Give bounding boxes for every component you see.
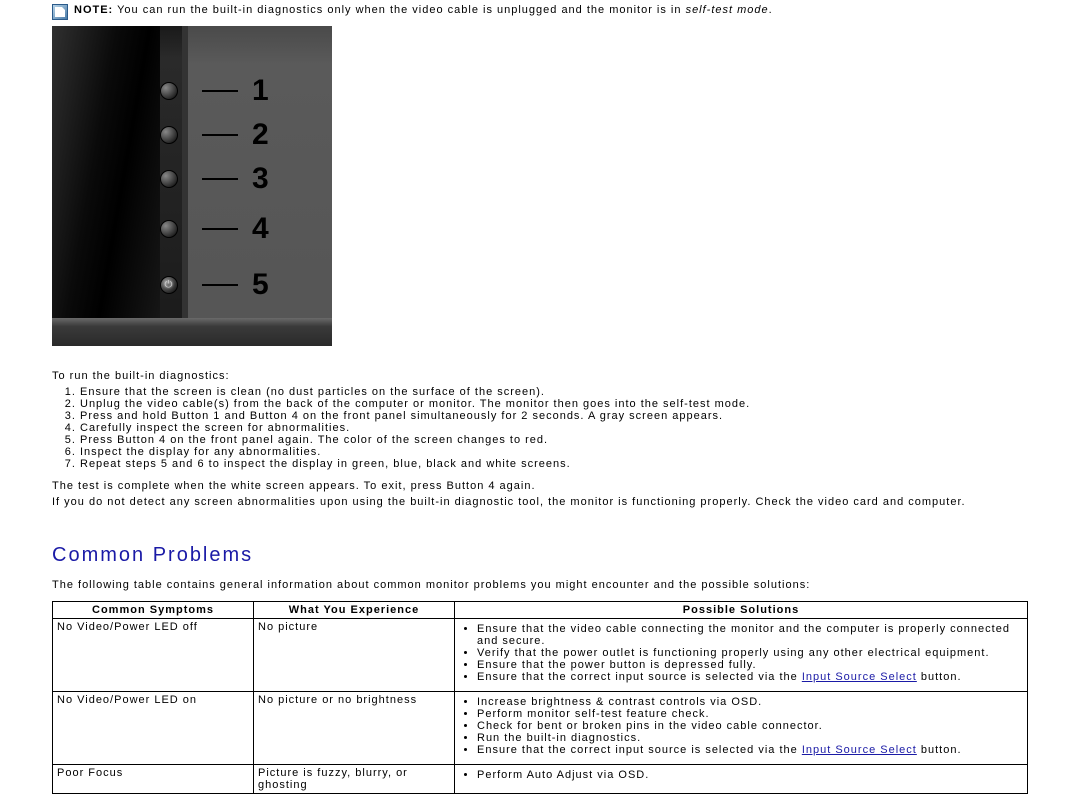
table-row: No Video/Power LED off No picture Ensure… xyxy=(53,619,1028,692)
solution-item: Increase brightness & contrast controls … xyxy=(477,696,1023,708)
cell-experience: No picture xyxy=(254,619,455,692)
table-header-symptoms: Common Symptoms xyxy=(53,602,254,619)
solution-item: Ensure that the video cable connecting t… xyxy=(477,623,1023,647)
solution-item: Verify that the power outlet is function… xyxy=(477,647,1023,659)
cell-symptom: No Video/Power LED on xyxy=(53,692,254,765)
diag-step: Ensure that the screen is clean (no dust… xyxy=(80,386,1028,398)
diag-lead: To run the built-in diagnostics: xyxy=(52,370,1028,382)
solution-item: Perform Auto Adjust via OSD. xyxy=(477,769,1023,781)
note-block: NOTE: You can run the built-in diagnosti… xyxy=(52,4,1028,20)
note-before: You can run the built-in diagnostics onl… xyxy=(117,4,685,16)
diag-step: Press and hold Button 1 and Button 4 on … xyxy=(80,410,1028,422)
solution-item: Ensure that the correct input source is … xyxy=(477,744,1023,756)
diag-after-2: If you do not detect any screen abnormal… xyxy=(52,496,1028,508)
table-header-row: Common Symptoms What You Experience Poss… xyxy=(53,602,1028,619)
cell-solutions: Increase brightness & contrast controls … xyxy=(455,692,1028,765)
table-header-solutions: Possible Solutions xyxy=(455,602,1028,619)
monitor-button-figure: 1 2 3 4 5 xyxy=(52,26,332,346)
section-intro: The following table contains general inf… xyxy=(52,579,1028,591)
monitor-button-3 xyxy=(160,170,178,188)
diagnostics-instructions: To run the built-in diagnostics: Ensure … xyxy=(52,370,1028,508)
note-text: NOTE: You can run the built-in diagnosti… xyxy=(74,4,773,16)
table-row: No Video/Power LED on No picture or no b… xyxy=(53,692,1028,765)
diag-steps-list: Ensure that the screen is clean (no dust… xyxy=(80,386,1028,470)
note-label: NOTE: xyxy=(74,4,113,16)
table-row: Poor Focus Picture is fuzzy, blurry, or … xyxy=(53,765,1028,794)
note-after: . xyxy=(769,4,773,16)
diag-step: Repeat steps 5 and 6 to inspect the disp… xyxy=(80,458,1028,470)
cell-solutions: Perform Auto Adjust via OSD. xyxy=(455,765,1028,794)
solution-item: Ensure that the correct input source is … xyxy=(477,671,1023,683)
common-problems-table: Common Symptoms What You Experience Poss… xyxy=(52,601,1028,794)
monitor-button-2 xyxy=(160,126,178,144)
solution-item: Perform monitor self-test feature check. xyxy=(477,708,1023,720)
input-source-select-link[interactable]: Input Source Select xyxy=(802,744,917,756)
solution-item: Run the built-in diagnostics. xyxy=(477,732,1023,744)
cell-symptom: No Video/Power LED off xyxy=(53,619,254,692)
figure-label-4: 4 xyxy=(252,212,269,246)
figure-label-5: 5 xyxy=(252,268,269,302)
cell-experience: No picture or no brightness xyxy=(254,692,455,765)
diag-step: Carefully inspect the screen for abnorma… xyxy=(80,422,1028,434)
solution-item: Ensure that the power button is depresse… xyxy=(477,659,1023,671)
figure-label-1: 1 xyxy=(252,74,269,108)
diag-step: Press Button 4 on the front panel again.… xyxy=(80,434,1028,446)
monitor-power-button xyxy=(160,276,178,294)
note-icon xyxy=(52,4,68,20)
section-heading-common-problems: Common Problems xyxy=(52,544,1028,567)
note-italic: self-test mode xyxy=(686,4,769,16)
cell-experience: Picture is fuzzy, blurry, or ghosting xyxy=(254,765,455,794)
monitor-button-4 xyxy=(160,220,178,238)
solution-item: Check for bent or broken pins in the vid… xyxy=(477,720,1023,732)
monitor-button-1 xyxy=(160,82,178,100)
monitor-base xyxy=(52,318,332,346)
input-source-select-link[interactable]: Input Source Select xyxy=(802,671,917,683)
diag-step: Inspect the display for any abnormalitie… xyxy=(80,446,1028,458)
figure-label-2: 2 xyxy=(252,118,269,152)
cell-symptom: Poor Focus xyxy=(53,765,254,794)
cell-solutions: Ensure that the video cable connecting t… xyxy=(455,619,1028,692)
table-header-experience: What You Experience xyxy=(254,602,455,619)
diag-step: Unplug the video cable(s) from the back … xyxy=(80,398,1028,410)
diag-after-1: The test is complete when the white scre… xyxy=(52,480,1028,492)
figure-label-3: 3 xyxy=(252,162,269,196)
monitor-bezel xyxy=(52,26,188,346)
